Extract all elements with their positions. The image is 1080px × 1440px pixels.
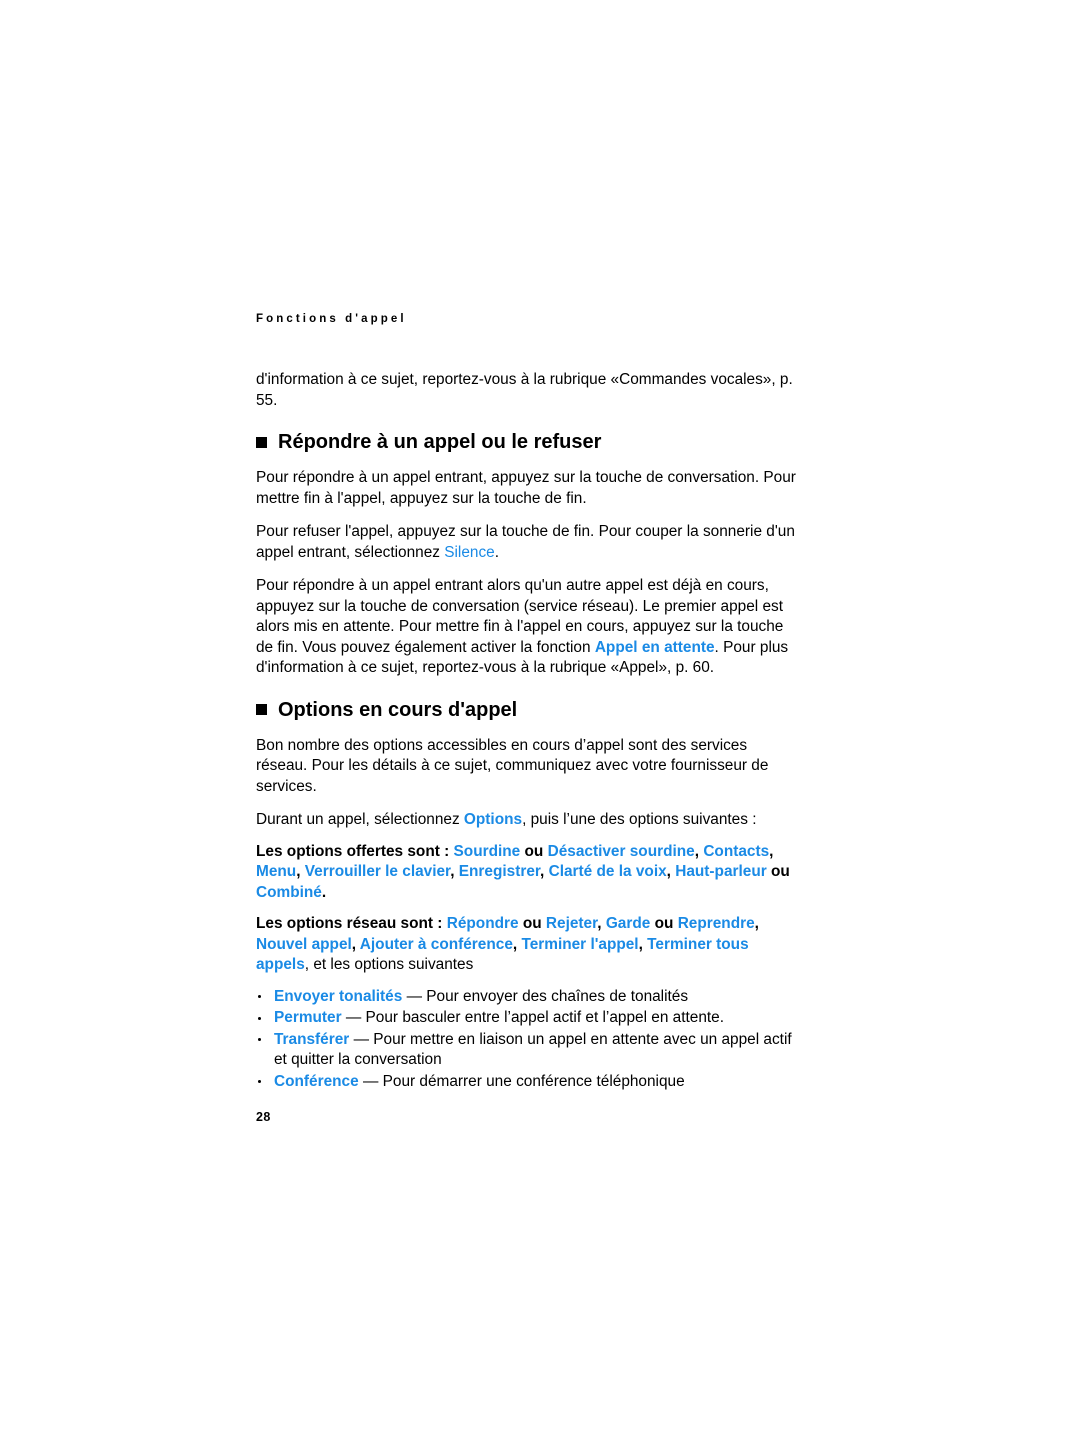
options-p2-tail: , puis l’une des options suivantes : bbox=[522, 811, 757, 828]
intro-paragraph: d'information à ce sujet, reportez-vous … bbox=[256, 371, 793, 409]
bullet-dash: — bbox=[353, 1030, 369, 1048]
respond-paragraph-1: Pour répondre à un appel entrant, appuye… bbox=[256, 469, 796, 507]
network-lead: Les options réseau sont : bbox=[256, 915, 447, 932]
bullet-term-conference: Conférence bbox=[274, 1072, 359, 1090]
bullet-dot-icon bbox=[258, 1080, 262, 1084]
list-item: Envoyer tonalités — Pour envoyer des cha… bbox=[256, 987, 802, 1008]
sep: , bbox=[666, 863, 676, 880]
keyword-options: Options bbox=[463, 811, 523, 828]
list-item: Conférence — Pour démarrer une conférenc… bbox=[256, 1072, 802, 1093]
sep: , bbox=[450, 863, 459, 880]
keyword-menu: Menu bbox=[256, 863, 297, 880]
keyword-ajouter-a-conference: Ajouter à conférence bbox=[359, 935, 513, 953]
keyword-nouvel-appel: Nouvel appel bbox=[256, 935, 352, 953]
section-heading-respond: Répondre à un appel ou le refuser bbox=[256, 430, 802, 454]
keyword-reprendre: Reprendre bbox=[677, 915, 755, 932]
keyword-combine: Combiné bbox=[256, 883, 322, 901]
sep: , bbox=[754, 915, 759, 932]
bullet-description: Pour basculer entre l’appel actif et l’a… bbox=[365, 1009, 725, 1026]
list-item: Transférer — Pour mettre en liaison un a… bbox=[256, 1030, 802, 1071]
options-p2-lead: Durant un appel, sélectionnez bbox=[256, 811, 464, 828]
keyword-enregistrer: Enregistrer bbox=[458, 863, 541, 880]
offered-options-paragraph: Les options offertes sont : Sourdine ou … bbox=[256, 842, 802, 904]
conjunction-ou: ou bbox=[654, 915, 674, 932]
sep: . bbox=[321, 883, 327, 901]
conjunction-ou: ou bbox=[522, 915, 542, 932]
keyword-sourdine: Sourdine bbox=[453, 842, 521, 860]
keyword-terminer-lappel: Terminer l'appel bbox=[521, 935, 639, 953]
keyword-repondre: Répondre bbox=[446, 915, 519, 932]
sep: , bbox=[597, 915, 606, 932]
bullet-description: Pour démarrer une conférence téléphoniqu… bbox=[382, 1072, 685, 1090]
keyword-rejeter: Rejeter bbox=[545, 915, 598, 932]
sep: , bbox=[769, 842, 774, 860]
bullet-dot-icon bbox=[258, 1038, 262, 1042]
keyword-verrouiller-le-clavier: Verrouiller le clavier bbox=[304, 863, 451, 880]
conjunction-ou: ou bbox=[771, 863, 790, 880]
offered-lead: Les options offertes sont : bbox=[256, 842, 454, 860]
bullet-term-envoyer-tonalites: Envoyer tonalités bbox=[274, 987, 403, 1005]
network-tail: , et les options suivantes bbox=[304, 956, 474, 973]
bullet-description: Pour envoyer des chaînes de tonalités bbox=[426, 987, 689, 1005]
bullet-term-permuter: Permuter bbox=[274, 1009, 342, 1026]
page-content: d'information à ce sujet, reportez-vous … bbox=[256, 370, 802, 1093]
bullet-dash: — bbox=[406, 987, 422, 1005]
section-heading-label: Options en cours d'appel bbox=[278, 698, 518, 721]
respond-paragraph-2: Pour refuser l'appel, appuyez sur la tou… bbox=[256, 522, 802, 563]
keyword-haut-parleur: Haut-parleur bbox=[675, 863, 767, 880]
sep: , bbox=[296, 863, 305, 880]
respond-p2-lead: Pour refuser l'appel, appuyez sur la tou… bbox=[256, 523, 795, 561]
conjunction-ou: ou bbox=[524, 842, 544, 860]
bullet-term-transferer: Transférer bbox=[274, 1030, 350, 1048]
square-bullet-icon bbox=[256, 704, 267, 715]
list-item: Permuter — Pour basculer entre l’appel a… bbox=[256, 1008, 802, 1029]
running-header: Fonctions d'appel bbox=[256, 313, 407, 325]
bullet-dash: — bbox=[362, 1072, 379, 1090]
keyword-garde: Garde bbox=[605, 915, 651, 932]
sep: , bbox=[638, 935, 648, 953]
options-bullet-list: Envoyer tonalités — Pour envoyer des cha… bbox=[256, 987, 802, 1093]
square-bullet-icon bbox=[256, 436, 267, 448]
keyword-contacts: Contacts bbox=[703, 842, 770, 860]
page-number: 28 bbox=[256, 1110, 271, 1124]
bullet-description: Pour mettre en liaison un appel en atten… bbox=[274, 1030, 792, 1069]
sep: , bbox=[540, 863, 549, 880]
keyword-desactiver-sourdine: Désactiver sourdine bbox=[547, 842, 695, 860]
respond-paragraph-3: Pour répondre à un appel entrant alors q… bbox=[256, 576, 802, 679]
bullet-dot-icon bbox=[258, 1016, 262, 1020]
options-paragraph-2: Durant un appel, sélectionnez Options, p… bbox=[256, 810, 802, 831]
network-options-paragraph: Les options réseau sont : Répondre ou Re… bbox=[256, 914, 802, 976]
keyword-silence: Silence bbox=[444, 543, 495, 561]
keyword-clarte-de-la-voix: Clarté de la voix bbox=[548, 863, 667, 880]
bullet-dot-icon bbox=[258, 995, 262, 999]
keyword-appel-en-attente: Appel en attente bbox=[594, 638, 715, 656]
respond-p2-tail: . bbox=[494, 543, 500, 561]
section-heading-label: Répondre à un appel ou le refuser bbox=[278, 431, 602, 453]
sep: , bbox=[351, 935, 360, 953]
section-heading-options: Options en cours d'appel bbox=[256, 698, 802, 722]
bullet-dash: — bbox=[345, 1009, 362, 1026]
options-paragraph-1: Bon nombre des options accessibles en co… bbox=[256, 736, 769, 795]
document-page: Fonctions d'appel d'information à ce suj… bbox=[0, 0, 1080, 1440]
